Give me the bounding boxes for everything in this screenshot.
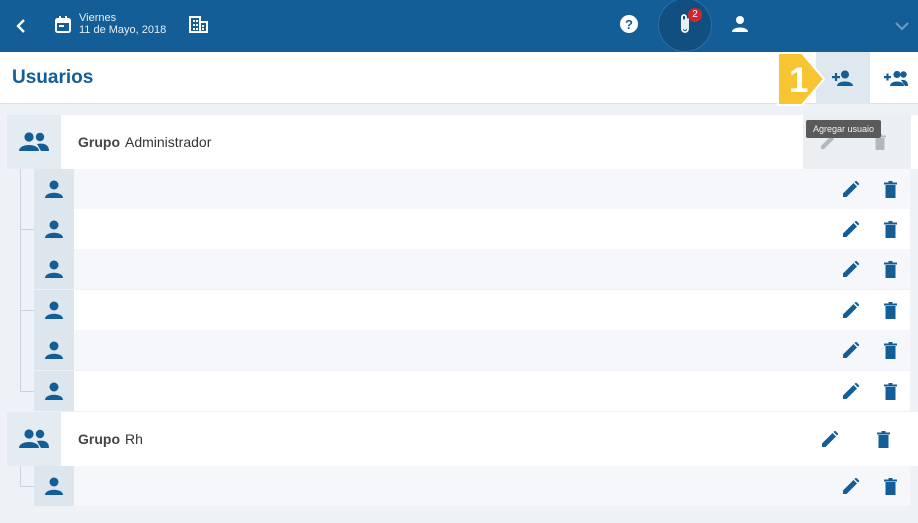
group-icon xyxy=(7,412,61,466)
user-icon xyxy=(34,330,74,370)
edit-icon[interactable] xyxy=(840,466,860,506)
group-row[interactable]: Grupo Rh xyxy=(7,412,918,466)
edit-icon[interactable] xyxy=(840,249,860,289)
trash-icon[interactable] xyxy=(880,249,900,289)
group-label: Grupo Rh xyxy=(78,431,143,447)
date-display: Viernes 11 de Mayo, 2018 xyxy=(79,12,166,36)
user-row[interactable] xyxy=(34,330,910,370)
user-icon xyxy=(34,209,74,249)
edit-icon[interactable] xyxy=(840,169,860,209)
group-name: Administrador xyxy=(125,134,212,150)
back-icon[interactable] xyxy=(12,16,30,36)
trash-icon[interactable] xyxy=(880,466,900,506)
chevron-down-icon[interactable] xyxy=(892,16,912,36)
user-row[interactable] xyxy=(34,249,910,289)
page-title: Usuarios xyxy=(12,67,94,88)
group-icon xyxy=(7,115,61,169)
step-marker: 1 xyxy=(772,51,828,112)
date-day: Viernes xyxy=(79,12,117,24)
user-row[interactable] xyxy=(34,290,910,330)
user-icon xyxy=(34,290,74,330)
trash-icon[interactable] xyxy=(880,371,900,411)
group-name: Rh xyxy=(125,431,143,447)
edit-icon[interactable] xyxy=(840,330,860,370)
add-user-icon xyxy=(832,70,853,86)
step-number: 1 xyxy=(789,61,808,100)
edit-icon[interactable] xyxy=(819,419,839,459)
trash-icon[interactable] xyxy=(880,169,900,209)
date-full: 11 de Mayo, 2018 xyxy=(79,24,167,36)
user-icon xyxy=(34,466,74,506)
svg-text:?: ? xyxy=(625,17,633,32)
group-row[interactable]: Grupo Administrador xyxy=(7,115,918,169)
user-icon xyxy=(34,371,74,411)
add-group-icon xyxy=(883,70,908,86)
help-icon[interactable]: ? xyxy=(618,13,640,35)
tree-connector xyxy=(20,169,21,391)
top-bar: Viernes 11 de Mayo, 2018 ? 2 xyxy=(0,0,918,52)
user-row[interactable] xyxy=(34,169,910,209)
user-icon xyxy=(34,249,74,289)
trash-icon[interactable] xyxy=(880,330,900,370)
user-row[interactable] xyxy=(34,466,910,506)
user-row[interactable] xyxy=(34,371,910,411)
edit-icon[interactable] xyxy=(840,209,860,249)
trash-icon[interactable] xyxy=(873,419,893,459)
group-label: Grupo Administrador xyxy=(78,134,212,150)
edit-icon[interactable] xyxy=(840,290,860,330)
profile-icon[interactable] xyxy=(729,13,751,35)
tree-connector xyxy=(20,466,21,486)
trash-icon[interactable] xyxy=(880,209,900,249)
add-user-tooltip: Agregar usuaio xyxy=(806,120,881,138)
edit-icon[interactable] xyxy=(840,371,860,411)
user-row[interactable] xyxy=(34,209,910,249)
add-group-button[interactable] xyxy=(873,52,918,104)
attachments-badge: 2 xyxy=(688,8,702,22)
building-icon[interactable] xyxy=(188,14,208,34)
user-icon xyxy=(34,169,74,209)
trash-icon[interactable] xyxy=(880,290,900,330)
calendar-icon xyxy=(54,14,72,34)
